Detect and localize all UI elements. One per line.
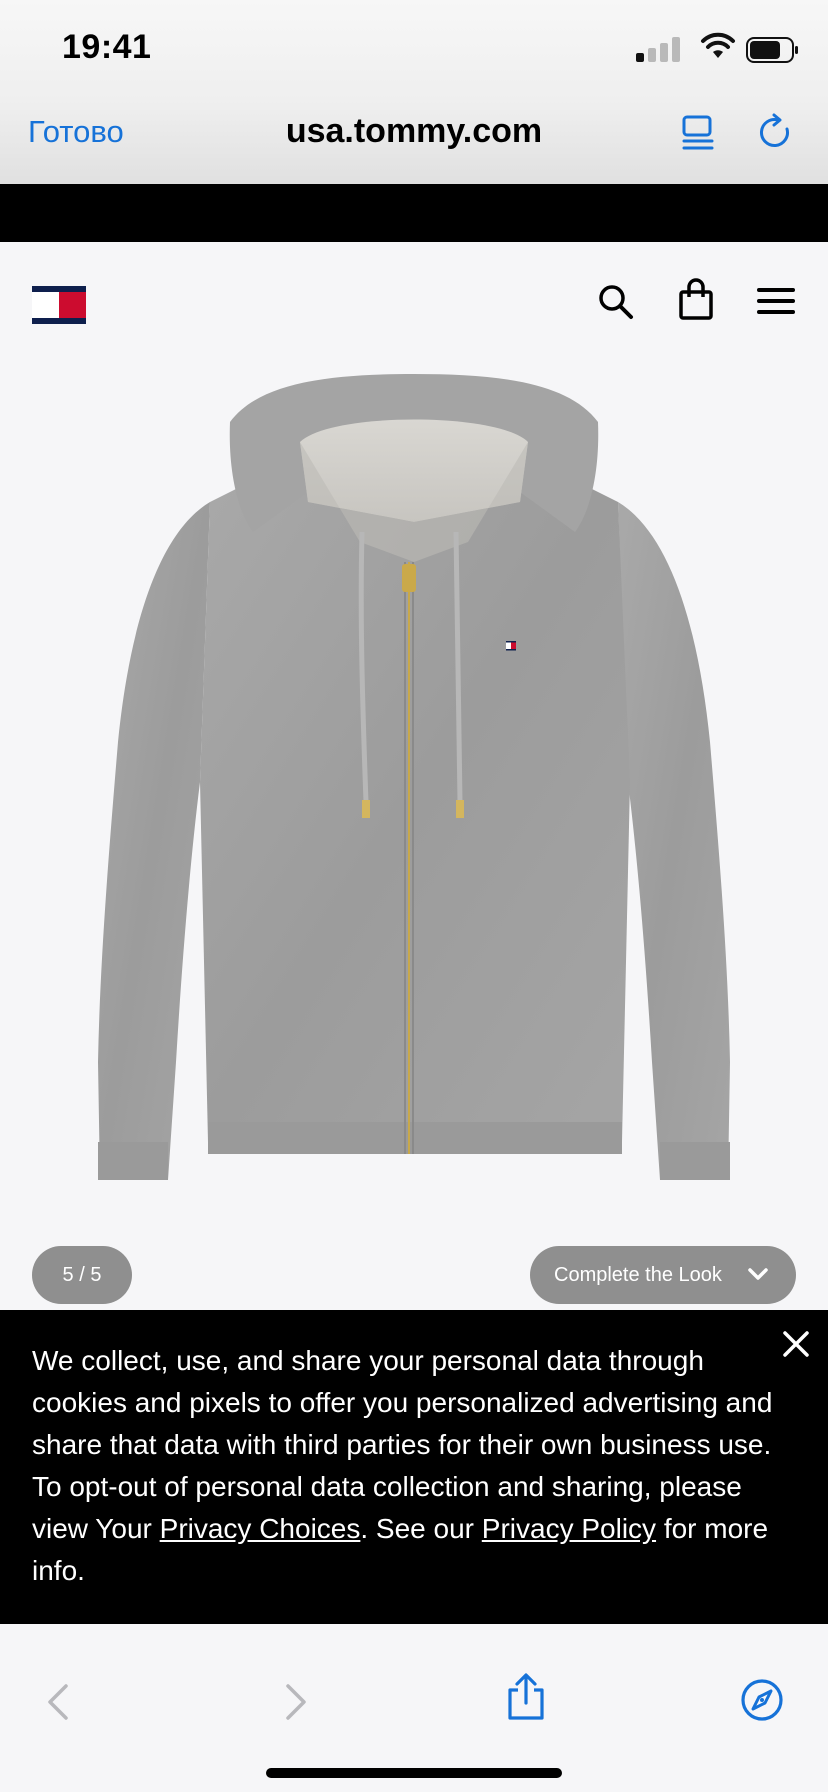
status-icons	[616, 32, 798, 64]
complete-the-look-label: Complete the Look	[554, 1264, 722, 1286]
browser-top-bar: 19:41 Готово usa.tommy.com	[0, 0, 828, 184]
product-image-carousel[interactable]	[0, 362, 828, 1310]
signal-icon	[636, 36, 692, 62]
gallery-counter: 5 / 5	[32, 1246, 132, 1304]
battery-icon	[746, 37, 798, 63]
tommy-logo[interactable]	[32, 286, 86, 324]
forward-icon[interactable]	[282, 1682, 310, 1722]
privacy-policy-link[interactable]: Privacy Policy	[482, 1513, 656, 1544]
wifi-icon	[701, 32, 735, 58]
bag-icon[interactable]	[676, 278, 716, 322]
reload-icon[interactable]	[756, 112, 796, 154]
cookie-text-2: . See our	[360, 1513, 482, 1544]
share-icon[interactable]	[504, 1672, 548, 1722]
status-time: 19:41	[62, 28, 152, 66]
privacy-choices-link[interactable]: Privacy Choices	[160, 1513, 361, 1544]
search-icon[interactable]	[596, 282, 636, 322]
reader-icon[interactable]	[678, 114, 718, 154]
cookie-banner: We collect, use, and share your personal…	[0, 1310, 828, 1624]
back-icon[interactable]	[44, 1682, 72, 1722]
promo-banner	[0, 184, 828, 242]
compass-icon[interactable]	[740, 1678, 784, 1722]
menu-icon[interactable]	[756, 286, 796, 318]
close-icon[interactable]	[782, 1330, 810, 1358]
browser-bottom-toolbar	[0, 1624, 828, 1792]
cookie-message: We collect, use, and share your personal…	[32, 1340, 802, 1592]
home-indicator	[266, 1768, 562, 1778]
product-image	[98, 374, 730, 1180]
site-header	[0, 242, 828, 362]
complete-the-look-button[interactable]: Complete the Look	[530, 1246, 796, 1304]
chevron-down-icon	[748, 1268, 768, 1280]
